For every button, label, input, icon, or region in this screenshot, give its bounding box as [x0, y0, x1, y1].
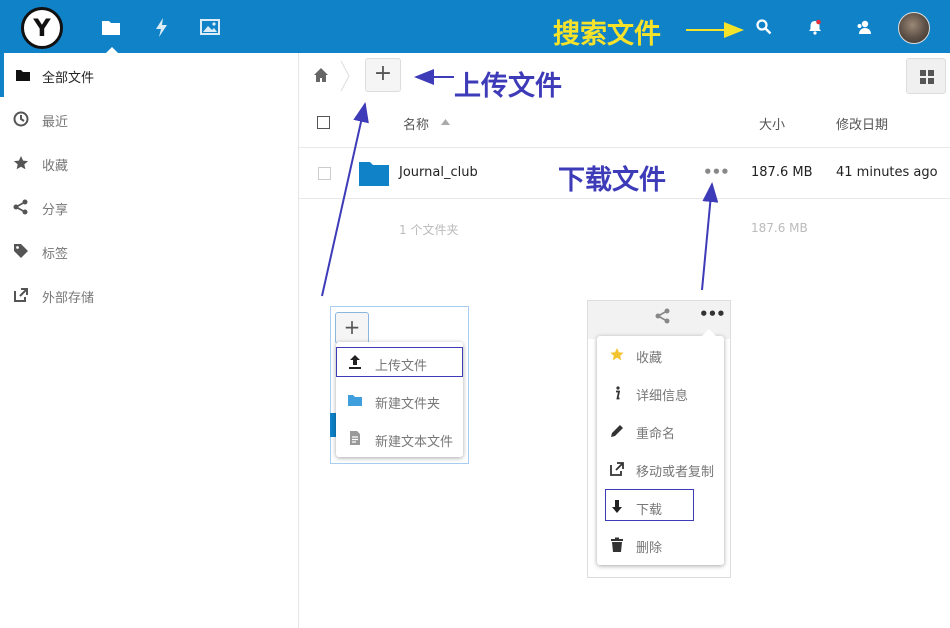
menu-item-label: 详细信息: [636, 389, 689, 404]
new-file-button[interactable]: +: [365, 58, 401, 92]
column-header-name[interactable]: 名称: [403, 114, 429, 133]
sidebar-item-label: 全部文件: [42, 71, 95, 86]
file-actions-menu-icon[interactable]: •••: [703, 163, 730, 181]
sidebar-item-favorites[interactable]: 收藏: [0, 141, 298, 185]
sort-ascending-icon: [441, 119, 450, 125]
clock-icon: [13, 111, 29, 127]
share-icon[interactable]: [654, 307, 672, 325]
files-icon[interactable]: [100, 16, 122, 38]
contacts-icon[interactable]: [855, 18, 873, 36]
menu-item-delete[interactable]: 删除: [597, 526, 724, 564]
notifications-icon[interactable]: [806, 18, 824, 36]
menu-item-favorite[interactable]: 收藏: [597, 336, 724, 374]
star-icon: [610, 348, 624, 361]
menu-caret: [701, 329, 717, 337]
search-icon[interactable]: [755, 18, 773, 36]
menu-item-details[interactable]: 详细信息: [597, 374, 724, 412]
breadcrumb-separator: [340, 60, 350, 92]
summary-count: 1 个文件夹: [399, 223, 459, 237]
folder-icon: [16, 70, 30, 81]
file-size: 187.6 MB: [751, 165, 813, 180]
menu-item-label: 新建文本文件: [375, 435, 454, 450]
column-header-size[interactable]: 大小: [759, 114, 785, 133]
external-link-icon: [610, 462, 624, 476]
annotation-upload-files: 上传文件: [454, 71, 562, 102]
menu-item-new-folder[interactable]: 新建文件夹: [336, 382, 463, 418]
gallery-icon[interactable]: [199, 16, 221, 38]
top-header: Y 搜索文件: [0, 0, 950, 53]
menu-item-label: 收藏: [636, 351, 663, 366]
app-logo[interactable]: Y: [21, 7, 63, 49]
menu-item-label: 新建文件夹: [375, 397, 441, 412]
sidebar-item-tags[interactable]: 标签: [0, 229, 298, 273]
user-avatar[interactable]: [898, 12, 930, 44]
folder-icon: [359, 162, 389, 186]
menu-item-label: 删除: [636, 541, 663, 556]
star-icon: [13, 156, 29, 170]
row-checkbox[interactable]: [318, 167, 331, 180]
sidebar-item-recent[interactable]: 最近: [0, 97, 298, 141]
folder-icon: [348, 395, 362, 406]
menu-item-rename[interactable]: 重命名: [597, 412, 724, 450]
grid-view-toggle[interactable]: [906, 58, 946, 94]
summary-size: 187.6 MB: [751, 221, 808, 235]
menu-item-label: 重命名: [636, 427, 676, 442]
external-storage-icon: [14, 288, 28, 302]
sidebar-item-external-storage[interactable]: 外部存储: [0, 273, 298, 317]
pencil-icon: [611, 425, 623, 437]
download-highlight-box: [605, 489, 694, 521]
info-icon: [616, 386, 621, 400]
logo-letter: Y: [33, 14, 51, 42]
sidebar-item-label: 收藏: [42, 159, 69, 174]
activity-icon[interactable]: [151, 16, 173, 38]
download-pointer-arrow: [701, 182, 719, 291]
sidebar-item-label: 标签: [42, 247, 69, 262]
row-divider: [299, 147, 950, 148]
files-app: Y 搜索文件 全部文件 最近 收藏 分享 标签 外部存储 + 上传文件 名称 大…: [0, 0, 950, 628]
row-divider: [299, 198, 950, 199]
more-actions-icon[interactable]: •••: [699, 305, 726, 323]
tag-icon: [14, 244, 28, 258]
sidebar: 全部文件 最近 收藏 分享 标签 外部存储: [0, 53, 299, 628]
new-file-button-inset[interactable]: +: [335, 312, 369, 344]
file-actions-menu: 收藏 详细信息 重命名 移动或者复制 下载 删除: [597, 336, 724, 565]
annotation-download-files: 下载文件: [558, 165, 666, 196]
select-all-checkbox[interactable]: [317, 116, 330, 129]
file-name[interactable]: Journal_club: [399, 165, 478, 180]
trash-icon: [611, 537, 623, 552]
sidebar-item-label: 最近: [42, 115, 69, 130]
menu-item-label: 移动或者复制: [636, 465, 715, 480]
column-header-modified[interactable]: 修改日期: [836, 114, 888, 133]
text-file-icon: [350, 431, 360, 445]
sidebar-item-label: 外部存储: [42, 291, 95, 306]
home-icon[interactable]: [313, 67, 329, 83]
grid-icon: [920, 70, 934, 84]
file-modified: 41 minutes ago: [836, 165, 938, 180]
sidebar-item-all-files[interactable]: 全部文件: [0, 53, 298, 97]
sidebar-item-label: 分享: [42, 203, 69, 218]
annotation-search-files: 搜索文件: [553, 19, 661, 50]
upload-pointer-arrow: [321, 102, 369, 297]
menu-item-move-copy[interactable]: 移动或者复制: [597, 450, 724, 488]
upload-highlight-box: [336, 347, 463, 377]
share-icon: [13, 199, 28, 215]
menu-item-new-text-file[interactable]: 新建文本文件: [336, 420, 463, 456]
sidebar-item-shares[interactable]: 分享: [0, 185, 298, 229]
